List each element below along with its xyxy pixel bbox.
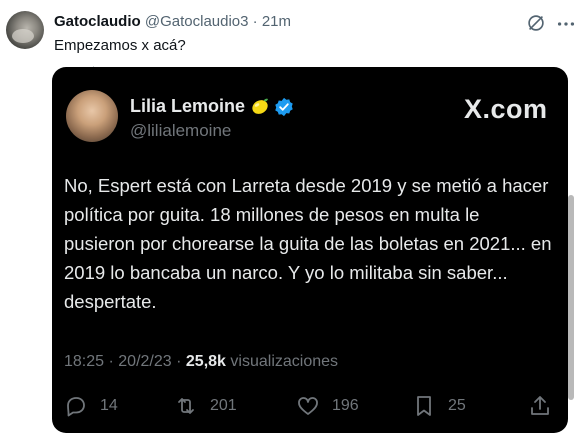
reply-count: 14: [100, 397, 118, 414]
author-avatar[interactable]: [6, 11, 44, 49]
scrollbar[interactable]: [568, 195, 574, 400]
embedded-retweet: 201: [174, 392, 237, 420]
bookmark-icon: [417, 396, 431, 416]
more-options-icon[interactable]: [555, 13, 577, 35]
author-name[interactable]: Gatoclaudio: [54, 13, 141, 30]
reply-icon: [67, 397, 85, 417]
embedded-author-name: Lilia Lemoine: [130, 96, 246, 116]
grok-icon[interactable]: [525, 12, 547, 34]
like-count: 196: [332, 397, 359, 414]
tweet-header: Gatoclaudio @Gatoclaudio3 · 21m: [54, 13, 291, 30]
embedded-views-label: visualizaciones: [230, 353, 339, 370]
embedded-time: 18:25: [64, 353, 105, 370]
tweet-text: Empezamos x acá?: [54, 37, 186, 54]
retweet-count: 201: [210, 397, 237, 414]
like-icon: [298, 397, 318, 415]
bookmark-count: 25: [448, 397, 466, 414]
share-icon: [531, 396, 549, 415]
embedded-avatar: [66, 90, 118, 142]
embedded-tweet-text: No, Espert está con Larreta desde 2019 y…: [64, 175, 552, 312]
embedded-author-handle: @lilialemoine: [130, 121, 232, 140]
retweet-icon: [178, 398, 194, 414]
tweet-time[interactable]: 21m: [262, 13, 291, 30]
embedded-bookmark: 25: [412, 392, 466, 420]
embedded-like: 196: [296, 392, 359, 420]
embedded-action-bar: 14 201 196 25: [52, 392, 568, 424]
x-logo: X.com: [464, 94, 548, 124]
verified-badge-icon: [275, 97, 293, 117]
embedded-meta: 18:25 · 20/2/23 · 25,8k visualizaciones: [64, 353, 339, 370]
embedded-views-count: 25,8k: [185, 353, 226, 370]
author-handle[interactable]: @Gatoclaudio3: [145, 13, 249, 30]
embedded-tweet-image[interactable]: Lilia Lemoine @lilialemoine X.com No, Es…: [52, 67, 568, 433]
separator-dot: ·: [252, 13, 258, 30]
embedded-share: [528, 392, 564, 420]
embedded-date: 20/2/23: [118, 353, 172, 370]
lemon-icon: [252, 98, 268, 114]
embedded-reply: 14: [64, 392, 118, 420]
